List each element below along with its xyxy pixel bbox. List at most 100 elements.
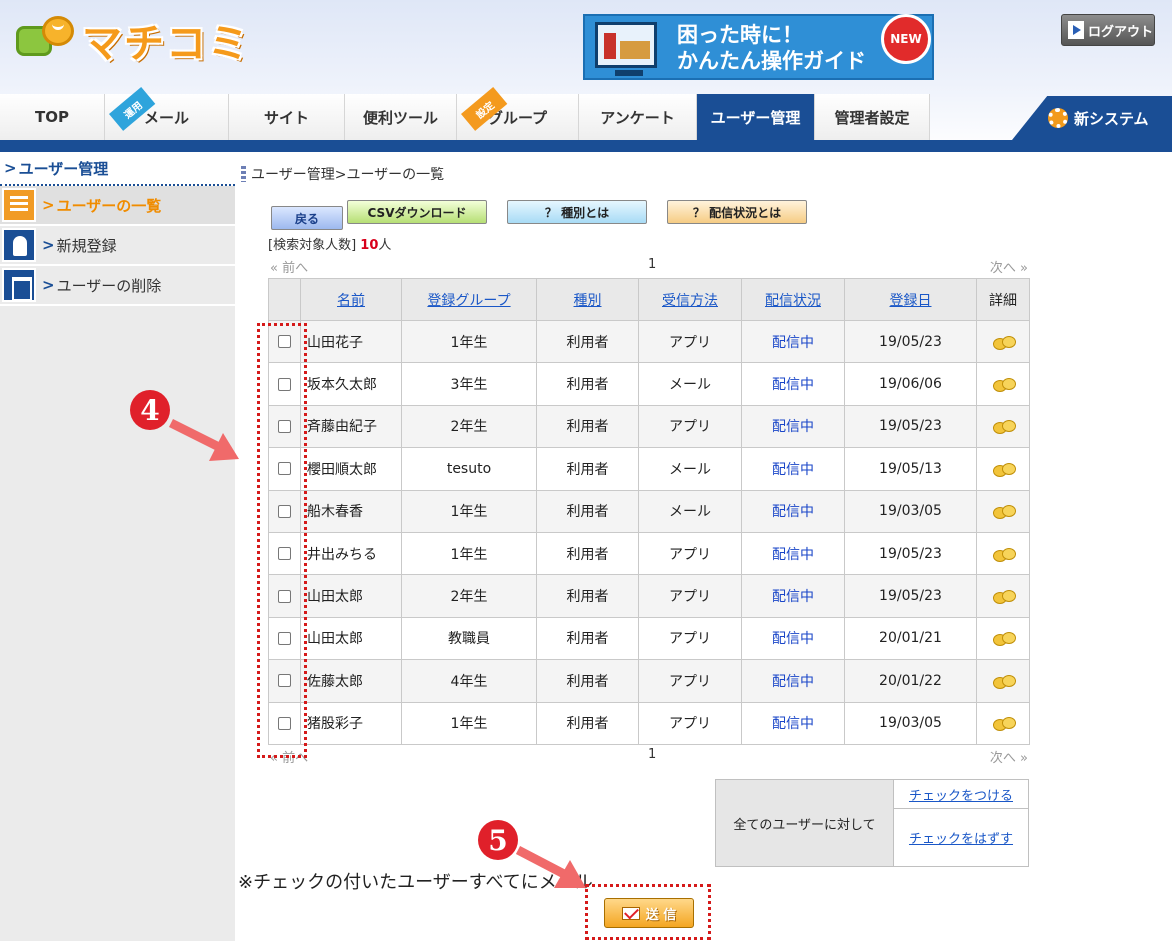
table-row: 櫻田順太郎 tesuto 利用者 メール 配信中 19/05/13 [268,447,1030,491]
sort-link[interactable]: 登録日 [890,293,932,309]
csv-download-button[interactable]: CSVダウンロード [347,200,487,224]
sidebar-item-new-registration[interactable]: > 新規登録 [0,226,235,266]
user-list-icon [2,188,36,222]
logout-icon [1068,21,1084,39]
tab-label: 管理者設定 [834,108,910,127]
header-type[interactable]: 種別 [536,278,639,321]
prev-link[interactable]: « 前へ [270,257,308,276]
table-row: 井出みちる 1年生 利用者 アプリ 配信中 19/05/23 [268,531,1030,576]
cell-name: 井出みちる [300,531,402,576]
sidebar-item-label: 新規登録 [56,236,117,255]
sort-link[interactable]: 配信状況 [765,293,821,309]
cell-detail[interactable] [976,362,1030,406]
uncheck-all-link[interactable]: チェックをはずす [909,832,1013,847]
cell-method: アプリ [638,319,742,364]
table-header-row: 名前 登録グループ 種別 受信方法 配信状況 登録日 詳細 [268,278,1030,321]
cell-method: アプリ [638,701,742,745]
sidebar-item-user-list[interactable]: > ユーザーの一覧 [0,186,235,226]
cell-detail[interactable] [976,659,1030,703]
logo[interactable]: マチコミ [14,12,250,68]
logout-label: ログアウト [1088,24,1154,40]
next-label: 次へ [989,261,1016,276]
table-row: 佐藤太郎 4年生 利用者 アプリ 配信中 20/01/22 [268,659,1030,703]
detail-icon[interactable] [993,335,1016,350]
detail-icon[interactable] [993,590,1016,605]
page-number[interactable]: 1 [648,257,656,272]
detail-icon[interactable] [993,717,1016,732]
send-label: 送 信 [645,907,677,923]
sort-link[interactable]: 受信方法 [662,293,718,309]
breadcrumb-icon [241,166,246,182]
sort-link[interactable]: 名前 [337,293,365,309]
checkbox-highlight [257,323,307,758]
cell-detail[interactable] [976,404,1030,449]
callout-4: 4 [130,390,170,430]
add-user-icon [2,228,36,262]
send-button[interactable]: 送 信 [604,898,694,928]
tab-top[interactable]: TOP [0,94,105,140]
detail-icon[interactable] [993,547,1016,562]
cell-detail[interactable] [976,701,1030,745]
type-help-button[interactable]: ？ 種別とは [507,200,647,224]
check-all-link[interactable]: チェックをつける [909,789,1013,804]
cell-group: 1年生 [401,319,537,364]
sort-link[interactable]: 登録グループ [427,293,510,309]
header-method[interactable]: 受信方法 [638,278,742,321]
tab-user-management[interactable]: ユーザー管理 [697,94,815,140]
cell-group: 2年生 [401,404,537,449]
detail-icon[interactable] [993,420,1016,435]
next-link[interactable]: 次へ » [990,257,1028,276]
tab-admin-settings[interactable]: 管理者設定 [815,94,930,140]
cell-detail[interactable] [976,531,1030,576]
tab-site[interactable]: サイト [229,94,345,140]
cell-group: 教職員 [401,616,537,661]
cell-group: 2年生 [401,574,537,618]
tab-group[interactable]: 設定 グループ [457,87,579,140]
sort-link[interactable]: 種別 [574,293,602,309]
cell-type: 利用者 [536,701,639,745]
cell-type: 利用者 [536,319,639,364]
cell-type: 利用者 [536,447,639,491]
sidebar-item-delete-user[interactable]: > ユーザーの削除 [0,266,235,306]
cell-method: アプリ [638,574,742,618]
next-link[interactable]: 次へ » [990,747,1028,766]
user-table: 名前 登録グループ 種別 受信方法 配信状況 登録日 詳細 山田花子 1年生 利用者… [268,278,1030,745]
guide-banner[interactable]: 困った時に！ かんたん操作ガイド NEW [583,14,934,80]
cell-detail[interactable] [976,447,1030,491]
cell-detail[interactable] [976,616,1030,661]
cell-name: 坂本久太郎 [300,362,402,406]
pager-top: « 前へ 1 次へ » [268,257,1028,277]
status-help-button[interactable]: ？ 配信状況とは [667,200,807,224]
cell-status: 配信中 [741,319,845,364]
detail-icon[interactable] [993,378,1016,393]
sidebar-item-label: ユーザーの削除 [56,276,162,295]
detail-icon[interactable] [993,462,1016,477]
back-button[interactable]: 戻る [271,206,343,230]
logout-button[interactable]: ログアウト [1061,14,1155,46]
cell-detail[interactable] [976,319,1030,364]
detail-icon[interactable] [993,505,1016,520]
cell-date: 19/05/13 [844,447,977,491]
tab-mail[interactable]: 運用 メール [105,87,229,140]
cell-name: 船木春香 [300,489,402,533]
cell-group: 1年生 [401,701,537,745]
cell-status: 配信中 [741,489,845,533]
cell-status: 配信中 [741,404,845,449]
header-date[interactable]: 登録日 [844,278,977,321]
breadcrumb: ユーザー管理>ユーザーの一覧 [241,164,444,184]
cell-status: 配信中 [741,701,845,745]
tab-survey[interactable]: アンケート [579,94,697,140]
cell-detail[interactable] [976,574,1030,618]
cell-name: 佐藤太郎 [300,659,402,703]
detail-icon[interactable] [993,674,1016,689]
cell-detail[interactable] [976,489,1030,533]
cell-name: 山田太郎 [300,616,402,661]
header-status[interactable]: 配信状況 [741,278,845,321]
check-all-label: 全てのユーザーに対して [715,779,894,867]
detail-icon[interactable] [993,632,1016,647]
cell-date: 19/03/05 [844,701,977,745]
page-number[interactable]: 1 [648,747,656,762]
header-name[interactable]: 名前 [300,278,402,321]
tab-tools[interactable]: 便利ツール [345,94,457,140]
header-group[interactable]: 登録グループ [401,278,537,321]
